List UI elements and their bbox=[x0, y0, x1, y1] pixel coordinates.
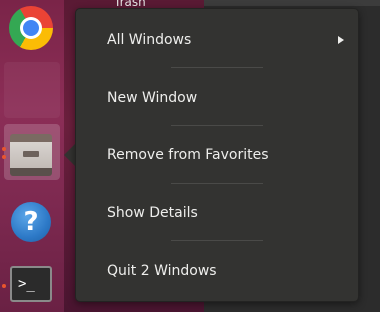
help-icon[interactable]: ? bbox=[11, 202, 51, 242]
running-indicator bbox=[2, 147, 6, 151]
menu-item-all-windows[interactable]: All Windows bbox=[76, 25, 358, 55]
file-cabinet-icon[interactable] bbox=[10, 134, 52, 176]
cabinet-top bbox=[10, 134, 52, 142]
menu-item-label: New Window bbox=[107, 90, 198, 106]
menu-separator bbox=[171, 240, 263, 241]
chrome-icon[interactable] bbox=[9, 6, 53, 50]
menu-item-label: Quit 2 Windows bbox=[107, 263, 217, 279]
menu-item-label: Remove from Favorites bbox=[107, 147, 269, 163]
running-indicator bbox=[2, 284, 6, 288]
cabinet-handle bbox=[23, 151, 39, 157]
terminal-icon[interactable]: >_ bbox=[10, 266, 52, 302]
dock-context-menu: All Windows New Window Remove from Favor… bbox=[75, 8, 359, 302]
menu-item-label: All Windows bbox=[107, 32, 192, 48]
menu-item-new-window[interactable]: New Window bbox=[76, 83, 358, 113]
menu-item-label: Show Details bbox=[107, 205, 198, 221]
dock-empty-slot bbox=[4, 62, 60, 118]
menu-item-show-details[interactable]: Show Details bbox=[76, 198, 358, 228]
running-indicator bbox=[2, 155, 6, 159]
menu-item-remove-from-favorites[interactable]: Remove from Favorites bbox=[76, 140, 358, 170]
menu-separator bbox=[171, 125, 263, 126]
dock: ? >_ bbox=[0, 0, 64, 312]
chevron-right-icon bbox=[338, 36, 344, 44]
trash-desktop-label: Trash bbox=[114, 0, 146, 9]
cabinet-base bbox=[10, 168, 52, 176]
menu-separator bbox=[171, 67, 263, 68]
background-window-titlebar bbox=[204, 0, 380, 6]
menu-item-quit-windows[interactable]: Quit 2 Windows bbox=[76, 256, 358, 286]
menu-separator bbox=[171, 183, 263, 184]
